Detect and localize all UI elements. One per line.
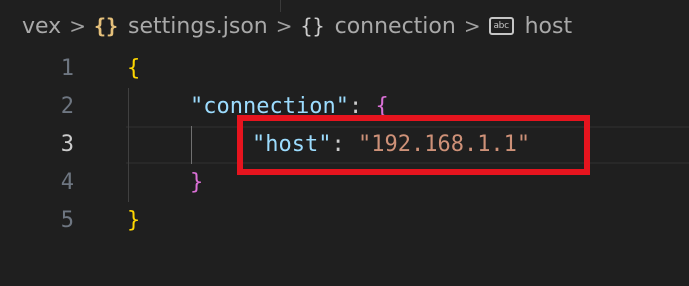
line-number: 2 — [60, 94, 74, 119]
breadcrumb: vex > {} settings.json > {} connection >… — [0, 0, 689, 52]
breadcrumb-label: host — [524, 13, 573, 39]
breadcrumb-label: settings.json — [128, 13, 268, 39]
chevron-right-icon: > — [275, 14, 293, 38]
chevron-right-icon: > — [69, 14, 86, 38]
annotation-highlight-box — [237, 115, 590, 175]
line-number: 1 — [60, 56, 74, 81]
code-editor[interactable]: 1 { 2 "connection": { 3 "host": "192.168… — [0, 50, 689, 286]
line-number: 4 — [60, 170, 74, 195]
breadcrumb-label: vex — [22, 13, 62, 39]
string-abc-icon: abc — [488, 17, 514, 35]
close-brace: } — [127, 208, 141, 233]
line-number: 5 — [60, 208, 74, 233]
code-line[interactable]: 5 } — [0, 202, 689, 240]
breadcrumb-item-connection[interactable]: {} connection — [301, 14, 456, 39]
breadcrumb-item-file[interactable]: {} settings.json — [94, 14, 268, 39]
line-number: 3 — [60, 132, 74, 157]
code-line[interactable]: 1 { — [0, 50, 689, 88]
open-brace: { — [127, 56, 141, 81]
breadcrumb-item-folder[interactable]: vex — [22, 14, 61, 39]
chevron-right-icon: > — [463, 14, 481, 38]
breadcrumb-label: connection — [334, 13, 456, 39]
breadcrumb-item-host[interactable]: abc host — [488, 13, 573, 39]
json-braces-icon: {} — [93, 14, 119, 38]
close-brace: } — [190, 170, 204, 195]
object-braces-icon: {} — [300, 14, 325, 38]
